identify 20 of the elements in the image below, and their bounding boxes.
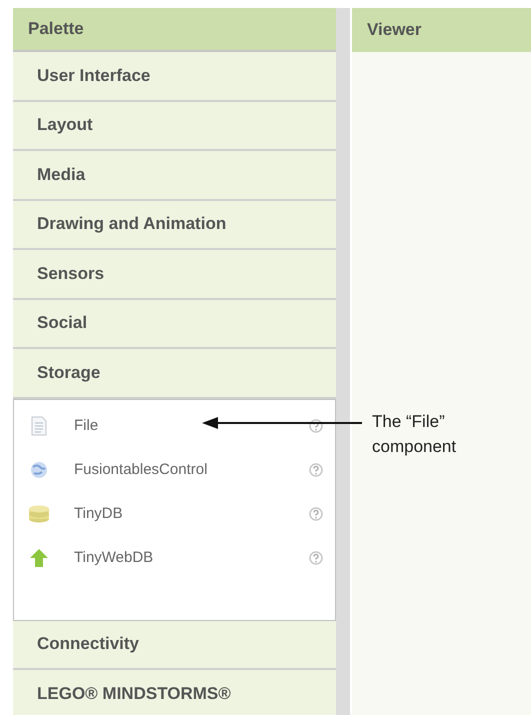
palette-category[interactable]: Media bbox=[13, 151, 336, 200]
palette-category[interactable]: Drawing and Animation bbox=[13, 200, 336, 250]
palette-category[interactable]: Sensors bbox=[13, 250, 336, 300]
palette-category[interactable]: Connectivity bbox=[13, 620, 336, 670]
palette-category[interactable]: Social bbox=[13, 300, 336, 349]
palette-header: Palette bbox=[13, 8, 336, 52]
component-name[interactable]: TinyWebDB bbox=[74, 549, 154, 566]
database-icon bbox=[28, 504, 50, 522]
palette-category[interactable]: LEGO® MINDSTORMS® bbox=[13, 670, 336, 715]
viewer-header: Viewer bbox=[352, 8, 531, 52]
globe-icon bbox=[28, 460, 50, 480]
component-name[interactable]: FusiontablesControl bbox=[74, 461, 208, 478]
palette-category[interactable]: Storage bbox=[13, 349, 336, 398]
component-name[interactable]: TinyDB bbox=[74, 505, 123, 522]
up-arrow-icon bbox=[28, 548, 50, 568]
palette-category[interactable]: User Interface bbox=[13, 52, 336, 102]
help-icon[interactable] bbox=[309, 418, 323, 432]
palette-category[interactable]: Layout bbox=[13, 102, 336, 151]
annotation-text: The “File” component bbox=[372, 411, 458, 458]
component-name[interactable]: File bbox=[74, 417, 98, 434]
